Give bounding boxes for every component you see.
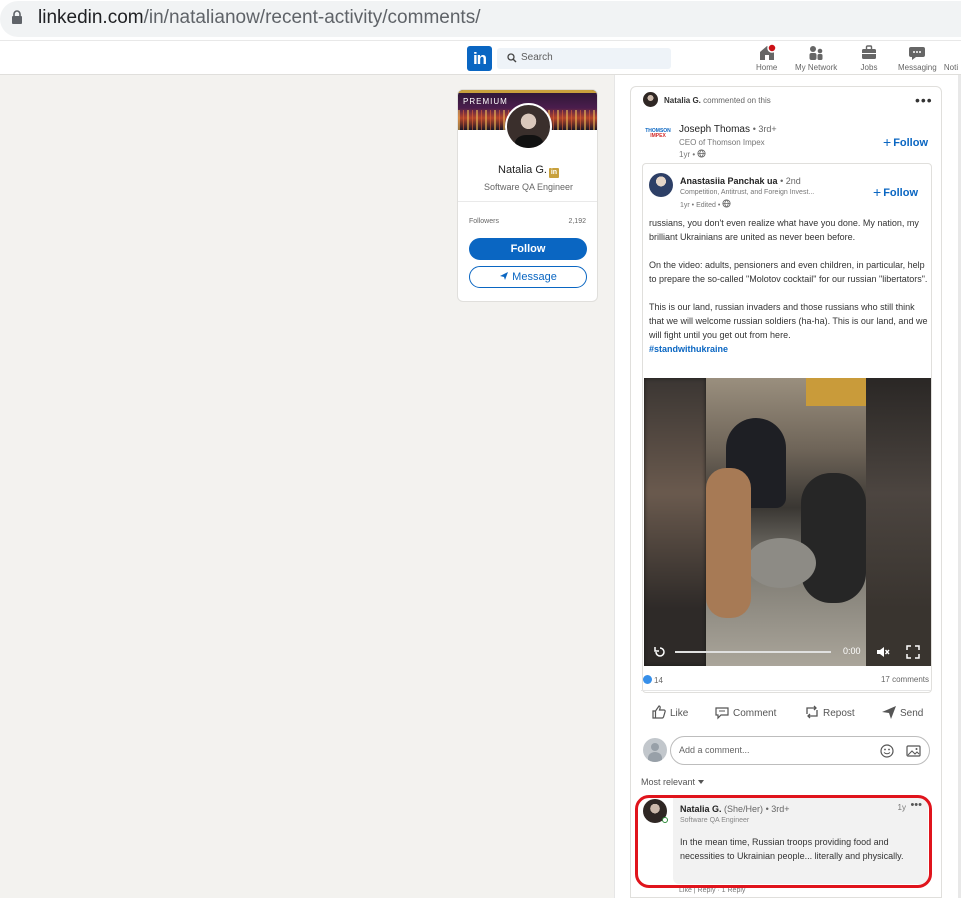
divider <box>458 201 597 202</box>
send-icon <box>882 706 896 719</box>
comment-icon <box>715 707 729 720</box>
shared-author-name[interactable]: Anastasiia Panchak ua • 2nd <box>680 176 801 186</box>
sort-dropdown[interactable]: Most relevant <box>641 777 704 787</box>
nav-home[interactable]: Home <box>756 44 777 72</box>
message-button[interactable]: Message <box>469 266 587 288</box>
follow-button[interactable]: Follow <box>469 238 587 260</box>
post-body: russians, you don't even realize what ha… <box>649 216 929 356</box>
mute-icon[interactable] <box>876 645 890 659</box>
search-icon <box>507 53 517 63</box>
post-time: 1yr • <box>679 149 706 159</box>
nav-my-network[interactable]: My Network <box>795 44 837 72</box>
post-paragraph: This is our land, russian invaders and t… <box>649 302 928 340</box>
like-button[interactable]: Like <box>651 704 688 720</box>
profile-name[interactable]: Natalia G. in <box>458 164 597 178</box>
replay-icon[interactable] <box>653 645 667 659</box>
video-time: 0:00 <box>843 646 861 656</box>
nav-notifications[interactable]: Noti <box>943 44 959 72</box>
search-input[interactable]: Search <box>497 48 671 69</box>
video-progress[interactable] <box>675 651 831 653</box>
post-paragraph: russians, you don't even realize what ha… <box>649 218 919 242</box>
my-avatar <box>643 738 667 762</box>
plus-icon: + <box>873 184 882 200</box>
briefcase-icon <box>862 45 876 59</box>
like-reaction-icon <box>643 675 652 684</box>
premium-badge: PREMIUM <box>463 97 508 106</box>
video-player[interactable]: 0:00 <box>644 378 931 666</box>
shared-author-avatar[interactable] <box>649 173 673 197</box>
repost-icon <box>806 705 818 719</box>
send-icon <box>500 272 509 280</box>
profile-headline: Software QA Engineer <box>483 182 574 192</box>
lock-icon <box>12 10 22 24</box>
video-controls: 0:00 <box>644 640 931 666</box>
thumbs-up-icon <box>652 705 666 719</box>
url-text[interactable]: linkedin.com/in/natalianow/recent-activi… <box>38 7 480 29</box>
followers-label: Followers <box>469 218 499 225</box>
url-host: linkedin.com <box>38 7 144 28</box>
premium-stripe <box>458 90 597 93</box>
linkedin-nav: in Search Home My Network Jobs Messaging… <box>0 40 961 75</box>
column-divider <box>614 75 615 898</box>
image-icon[interactable] <box>906 744 921 758</box>
author-headline: CEO of Thomson Impex <box>679 138 765 147</box>
network-icon <box>809 46 823 60</box>
nav-messaging[interactable]: Messaging <box>898 44 937 72</box>
search-placeholder: Search <box>521 52 553 63</box>
author-name[interactable]: Joseph Thomas • 3rd+ <box>679 124 777 135</box>
browser-address-bar[interactable]: linkedin.com/in/natalianow/recent-activi… <box>0 0 961 40</box>
send-button[interactable]: Send <box>881 704 923 720</box>
shared-post: Anastasiia Panchak ua • 2nd Competition,… <box>642 163 932 693</box>
post-paragraph: On the video: adults, pensioners and eve… <box>649 260 928 284</box>
hashtag-link[interactable]: #standwithukraine <box>649 342 929 356</box>
messaging-icon <box>909 47 926 60</box>
comment-actions[interactable]: Like | Reply · 1 Reply <box>679 887 745 894</box>
more-options-icon[interactable]: ••• <box>915 92 933 108</box>
home-icon <box>759 44 777 60</box>
repost-button[interactable]: Repost <box>804 704 855 720</box>
comment-placeholder: Add a comment... <box>679 745 750 755</box>
highlight-box <box>635 795 932 888</box>
fullscreen-icon[interactable] <box>906 645 920 659</box>
reactions-count[interactable]: 14 <box>643 675 663 685</box>
emoji-icon[interactable] <box>880 744 894 758</box>
follow-shared-author-button[interactable]: + Follow <box>873 184 918 200</box>
video-blur-right <box>866 378 931 666</box>
premium-in-icon: in <box>548 168 559 178</box>
follow-author-button[interactable]: + Follow <box>883 134 928 150</box>
video-blur-left <box>644 378 706 666</box>
followers-count: 2,192 <box>568 218 586 225</box>
linkedin-logo[interactable]: in <box>467 46 492 71</box>
shared-post-time: 1yr • Edited • <box>680 199 731 209</box>
profile-card: PREMIUM Natalia G. in Software QA Enginee… <box>457 89 598 302</box>
url-path: /in/natalianow/recent-activity/comments/ <box>143 7 481 28</box>
shared-author-headline: Competition, Antitrust, and Foreign Inve… <box>680 189 815 196</box>
comments-count[interactable]: 17 comments <box>881 675 929 684</box>
nav-jobs[interactable]: Jobs <box>859 44 879 72</box>
activity-card: Natalia G. commented on this ••• THOMSON… <box>630 86 942 898</box>
company-logo[interactable]: THOMSON IMPEX <box>645 129 671 149</box>
actor-avatar[interactable] <box>643 92 658 107</box>
comment-input[interactable]: Add a comment... <box>670 736 930 765</box>
plus-icon: + <box>883 134 892 150</box>
profile-avatar[interactable] <box>505 103 552 150</box>
comment-button[interactable]: Comment <box>714 704 776 720</box>
divider <box>641 690 931 691</box>
video-frame <box>706 378 866 666</box>
activity-header: Natalia G. commented on this <box>664 96 771 105</box>
globe-icon <box>722 199 731 208</box>
bell-icon <box>943 44 959 62</box>
globe-icon <box>697 149 706 158</box>
